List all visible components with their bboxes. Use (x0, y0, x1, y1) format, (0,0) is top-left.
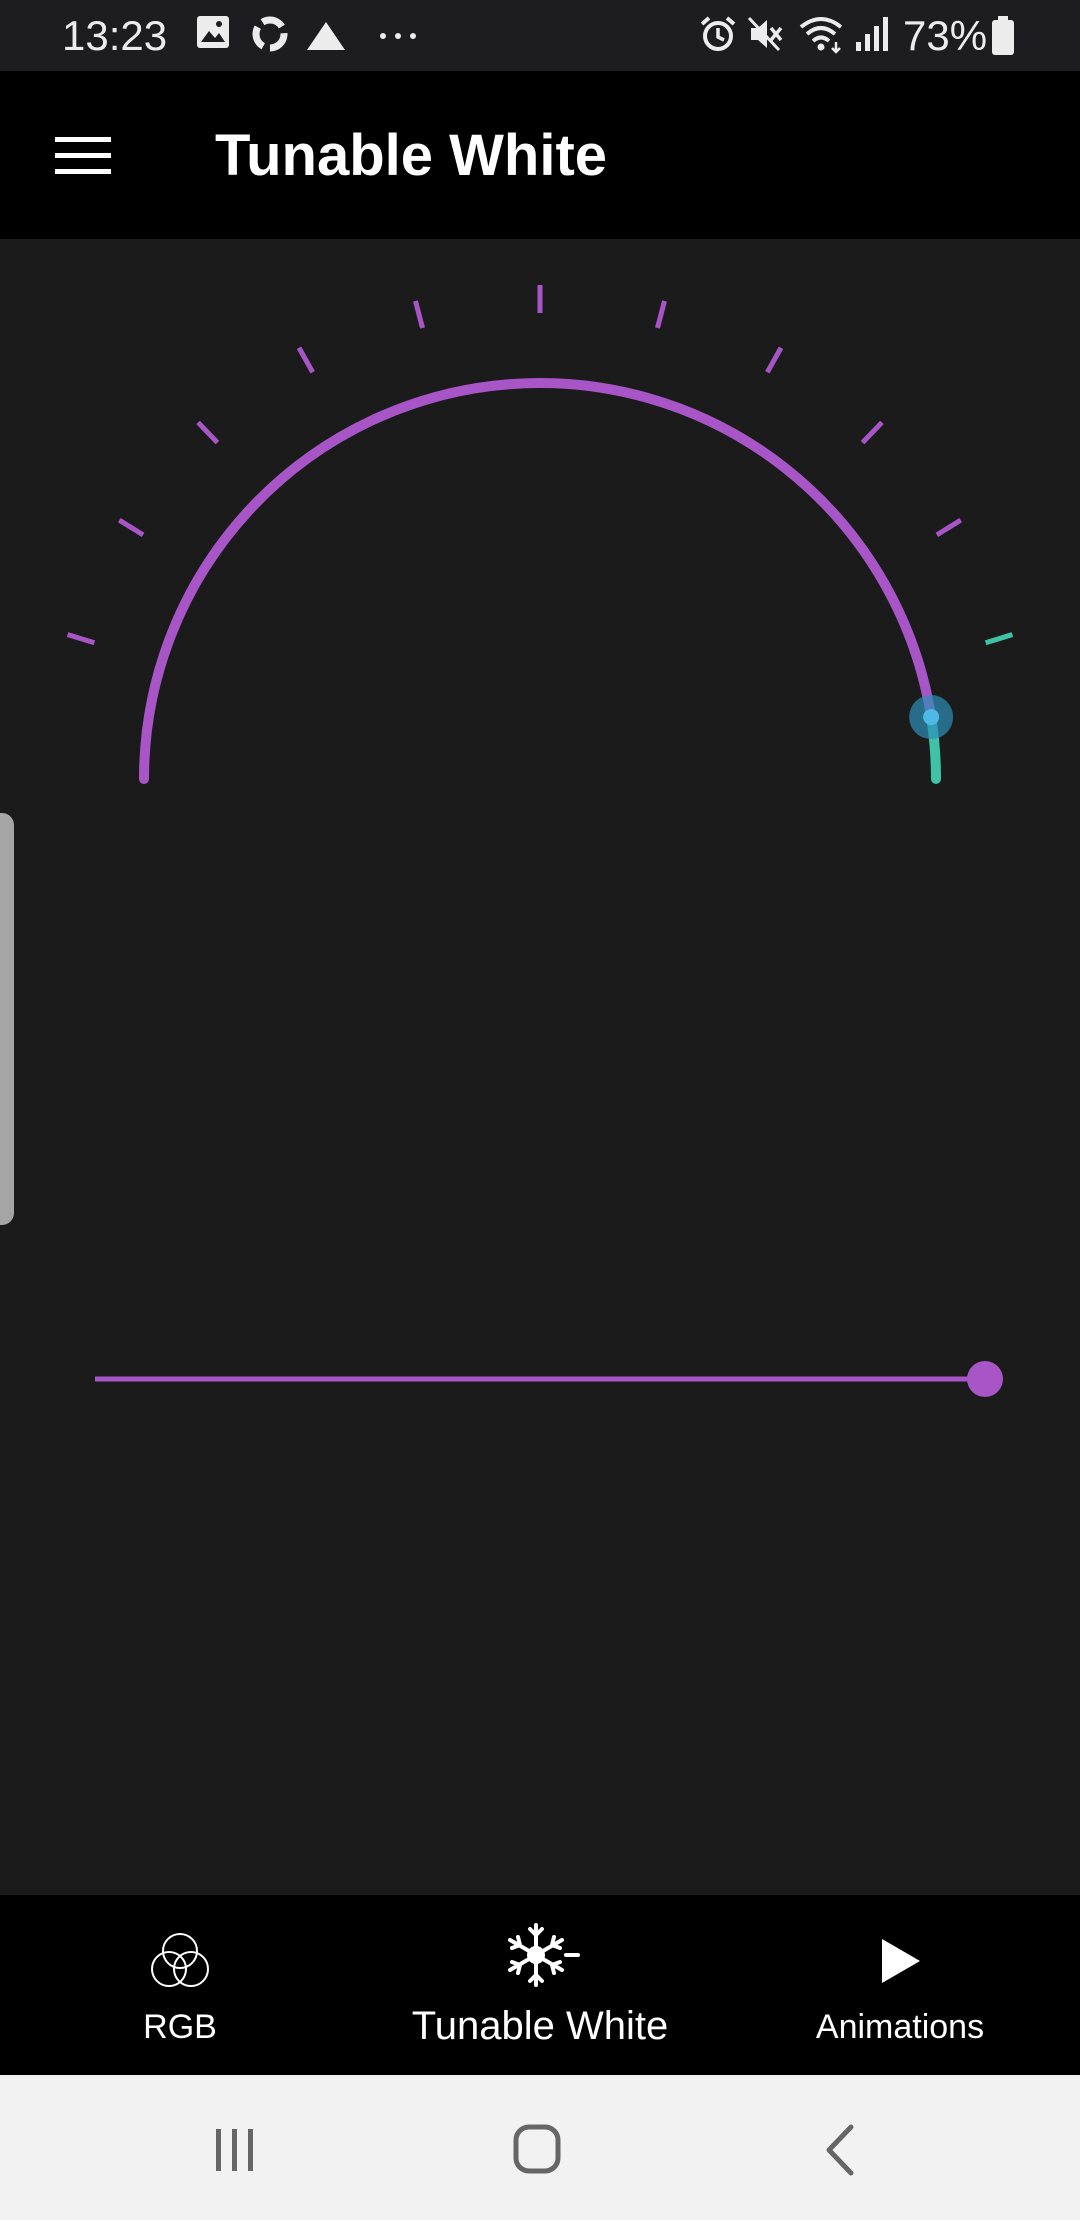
dial-tick (117, 518, 145, 537)
app-bar: Tunable White (0, 71, 1080, 239)
drive-icon (307, 22, 345, 50)
dial-ticks (66, 285, 1014, 646)
dial-tick (296, 346, 315, 374)
system-navigation-bar (0, 2075, 1080, 2220)
wifi-icon (799, 17, 843, 54)
slider-thumb[interactable] (967, 1361, 1003, 1397)
back-icon (826, 2124, 854, 2176)
dial-tick (935, 518, 963, 537)
nav-label-animations: Animations (815, 2008, 985, 2046)
status-bar: 13:23 73% (0, 0, 1080, 71)
alarm-icon (700, 16, 736, 51)
dial-tick (413, 300, 425, 329)
nav-item-tunable-white[interactable]: Tunable White (380, 1895, 700, 2075)
dial-tick (860, 420, 884, 445)
battery-percent: 73% (903, 12, 988, 59)
recent-apps-icon (216, 2129, 253, 2171)
status-time: 13:23 (62, 12, 168, 59)
sync-icon (252, 16, 288, 52)
bottom-navigation: RGB Tunable White Animations (0, 1895, 1080, 2075)
home-icon (513, 2124, 561, 2174)
more-dots-icon (380, 33, 416, 39)
mute-icon (747, 16, 783, 52)
nav-label-tunable-white: Tunable White (411, 2004, 669, 2048)
page-title: Tunable White (215, 123, 608, 188)
signal-icon (856, 17, 888, 51)
back-button[interactable] (795, 2105, 885, 2195)
brightness-slider[interactable] (0, 1339, 1080, 1419)
dial-tick (655, 300, 667, 329)
image-icon (197, 16, 229, 48)
snowflake-sun-icon (508, 1923, 580, 1987)
play-icon (882, 1939, 920, 1983)
dial-knob[interactable] (923, 709, 940, 726)
nav-item-animations[interactable]: Animations (780, 1895, 1020, 2075)
dial-tick (66, 632, 96, 646)
home-button[interactable] (492, 2105, 582, 2195)
dial-arc-track (139, 378, 937, 784)
screen: 13:23 73% Tunable White RGB Tunable Whit… (0, 0, 1080, 2220)
recent-apps-button[interactable] (190, 2105, 280, 2195)
battery-icon (992, 16, 1014, 55)
nav-label-rgb: RGB (143, 2008, 217, 2046)
nav-item-rgb[interactable]: RGB (80, 1895, 280, 2075)
dial-tick (196, 420, 220, 445)
color-temperature-dial[interactable] (0, 239, 1080, 1139)
hamburger-menu-icon (55, 137, 111, 174)
content-area (0, 239, 1080, 1895)
dial-tick (765, 346, 784, 374)
rgb-circles-icon (151, 1933, 209, 1987)
menu-button[interactable] (40, 113, 126, 199)
dial-tick (984, 632, 1014, 646)
